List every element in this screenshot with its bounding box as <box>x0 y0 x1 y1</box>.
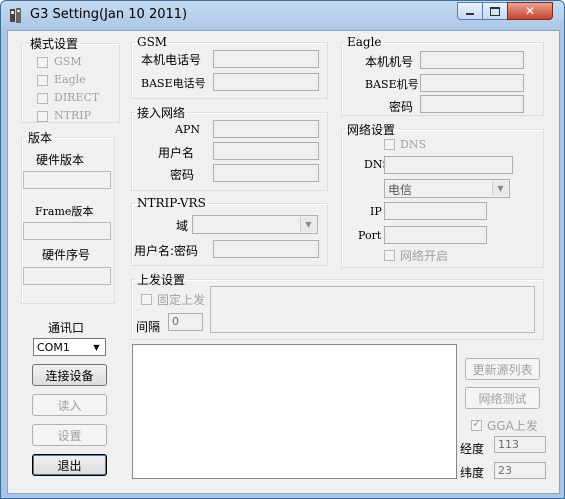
window-title: G3 Setting(Jan 10 2011) <box>30 7 188 22</box>
set-button[interactable]: 设置 <box>32 424 107 446</box>
gsm-group-legend: GSM <box>137 35 168 49</box>
fixed-upload-label: 固定上发 <box>157 293 206 307</box>
dns-field[interactable] <box>384 156 513 174</box>
ip-field[interactable] <box>384 202 487 220</box>
upload-group-legend: 上发设置 <box>137 273 186 287</box>
username-label: 用户名 <box>158 146 195 160</box>
minimize-icon <box>466 13 474 15</box>
close-icon: ✕ <box>524 4 536 18</box>
hw-serial-field <box>23 267 111 285</box>
apn-label: APN <box>175 123 200 136</box>
read-button[interactable]: 读入 <box>32 394 107 416</box>
gga-upload-label: GGA上发 <box>487 419 538 433</box>
update-source-button[interactable]: 更新源列表 <box>465 358 540 380</box>
port-number-field[interactable] <box>384 226 487 244</box>
hw-version-field <box>23 171 111 189</box>
eagle-password-field[interactable] <box>420 95 524 113</box>
longitude-label: 经度 <box>460 442 485 456</box>
gga-checkbox[interactable] <box>471 417 482 431</box>
upload-display-panel <box>210 286 535 333</box>
net-test-button[interactable]: 网络测试 <box>465 387 540 409</box>
chevron-down-icon: ▼ <box>492 181 508 196</box>
dns-checkbox[interactable] <box>384 139 395 150</box>
carrier-select[interactable]: 电信 ▼ <box>384 179 510 198</box>
gsm-checkbox[interactable] <box>37 57 48 68</box>
password-label: 密码 <box>170 168 195 182</box>
base-id-label: BASE机号 <box>365 78 419 91</box>
eagle-checkbox-label: Eagle <box>54 73 86 86</box>
domain-select[interactable]: ▼ <box>192 215 318 234</box>
direct-checkbox-label: DIRECT <box>54 91 100 104</box>
frame-version-label: Frame版本 <box>35 205 94 218</box>
direct-checkbox[interactable] <box>37 93 48 104</box>
username-field[interactable] <box>213 142 319 160</box>
mode-group-legend: 模式设置 <box>30 37 79 51</box>
base-number-field[interactable] <box>213 73 319 91</box>
dns-checkbox-label: DNS <box>400 138 426 151</box>
maximize-button[interactable] <box>482 2 508 20</box>
base-id-field[interactable] <box>420 74 524 92</box>
exit-button[interactable]: 退出 <box>32 454 107 476</box>
ntrip-group-legend: NTRIP-VRS <box>137 196 206 210</box>
hw-serial-label: 硬件序号 <box>42 248 91 262</box>
longitude-field[interactable]: 113 <box>494 436 546 453</box>
local-id-label: 本机机号 <box>365 55 414 69</box>
gsm-checkbox-label: GSM <box>54 55 82 68</box>
local-id-field[interactable] <box>420 51 524 69</box>
apn-field[interactable] <box>213 120 319 138</box>
userpass-label: 用户名:密码 <box>134 244 199 258</box>
base-number-label: BASE电话号 <box>141 77 206 90</box>
chevron-down-icon: ▼ <box>89 340 104 354</box>
version-group-legend: 版本 <box>28 131 53 145</box>
latitude-field[interactable]: 23 <box>494 462 546 479</box>
local-number-field[interactable] <box>213 50 319 68</box>
network-access-legend: 接入网络 <box>137 106 186 120</box>
net-open-label: 网络开启 <box>400 249 449 263</box>
fixed-upload-checkbox[interactable] <box>141 294 152 305</box>
interval-label: 间隔 <box>136 320 161 334</box>
eagle-checkbox[interactable] <box>37 75 48 86</box>
maximize-icon <box>490 6 500 16</box>
log-textarea[interactable] <box>132 344 457 479</box>
minimize-button[interactable] <box>457 2 483 20</box>
local-number-label: 本机电话号 <box>141 53 202 67</box>
hw-version-label: 硬件版本 <box>36 153 85 167</box>
domain-label: 域 <box>176 219 189 233</box>
ntrip-checkbox-label: NTRIP <box>54 109 91 122</box>
net-open-checkbox[interactable] <box>384 250 395 261</box>
net-settings-legend: 网络设置 <box>347 123 396 137</box>
client-area: 模式设置 GSM Eagle DIRECT NTRIP 版本 硬件版本 Fram… <box>7 30 560 494</box>
connect-button[interactable]: 连接设备 <box>32 364 107 386</box>
chevron-down-icon: ▼ <box>300 217 316 232</box>
userpass-field[interactable] <box>213 240 319 258</box>
app-icon <box>10 8 21 23</box>
ntrip-checkbox[interactable] <box>37 111 48 122</box>
interval-field[interactable]: 0 <box>168 313 203 331</box>
ip-label: IP <box>370 205 382 218</box>
eagle-group-legend: Eagle <box>347 35 382 49</box>
latitude-label: 纬度 <box>460 466 485 480</box>
close-button[interactable]: ✕ <box>507 2 553 20</box>
port-label: 通讯口 <box>48 321 85 335</box>
main-window: G3 Setting(Jan 10 2011) ✕ 模式设置 GSM Eagle… <box>0 0 565 499</box>
eagle-password-label: 密码 <box>389 100 414 114</box>
password-field[interactable] <box>213 164 319 182</box>
frame-version-field <box>23 222 111 240</box>
port-select[interactable]: COM1 ▼ <box>33 338 106 356</box>
title-bar[interactable]: G3 Setting(Jan 10 2011) ✕ <box>1 1 564 31</box>
port-number-label: Port <box>358 229 382 242</box>
